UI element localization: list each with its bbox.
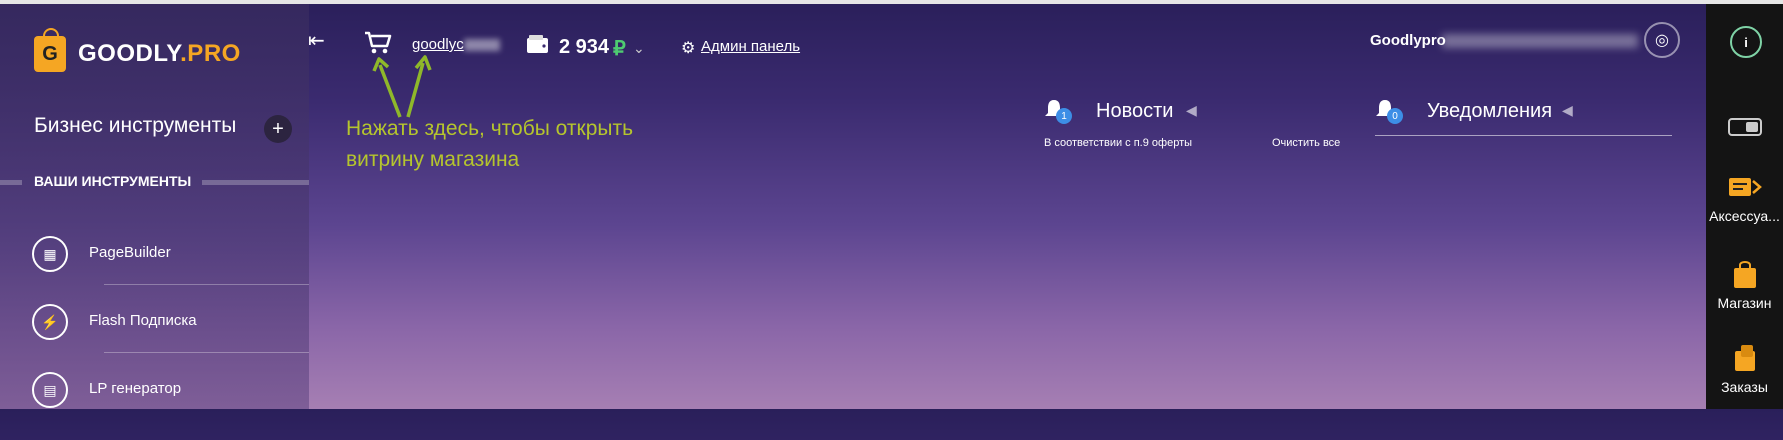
tool-label: Flash Подписка [89, 312, 197, 329]
gear-icon[interactable]: ⚙ [681, 38, 695, 58]
tool-divider [104, 352, 309, 353]
cart-icon[interactable] [364, 30, 392, 56]
currency-symbol: ₽ [613, 38, 626, 60]
tool-flash-subscription[interactable]: ⚡ Flash Подписка [0, 304, 309, 372]
your-tools-section: ВАШИ ИНСТРУМЕНТЫ [0, 172, 309, 192]
right-sidebar: i Аксессуа... Магазин Заказы [1706, 4, 1783, 409]
clear-all-button[interactable]: Очистить все [1272, 137, 1340, 149]
pagebuilder-icon: ▦ [32, 236, 68, 272]
info-icon[interactable]: i [1730, 26, 1762, 58]
logo-text: GOODLY.PRO [78, 40, 241, 67]
flash-subscription-icon: ⚡ [32, 304, 68, 340]
shop-bag-icon [1727, 259, 1763, 289]
sound-icon[interactable]: ◀ [1562, 102, 1573, 119]
store-link-redacted [463, 39, 500, 52]
rightbar-item-orders[interactable]: Заказы [1706, 343, 1783, 395]
balance-amount[interactable]: 2 934 [559, 36, 609, 59]
section-divider-left [0, 180, 22, 185]
store-link[interactable]: goodlyc [412, 36, 500, 53]
wallet-icon[interactable] [526, 34, 550, 54]
sound-icon[interactable]: ◀ [1186, 102, 1197, 119]
lp-generator-icon: ▤ [32, 372, 68, 408]
tool-pagebuilder[interactable]: ▦ PageBuilder [0, 236, 309, 304]
left-sidebar: G GOODLY.PRO Бизнес инструменты + ВАШИ И… [0, 4, 309, 409]
admin-panel-link[interactable]: Админ панель [701, 38, 800, 55]
toggle-switch[interactable] [1728, 118, 1762, 136]
section-label: ВАШИ ИНСТРУМЕНТЫ [34, 173, 192, 189]
news-note: В соответствии с п.9 оферты [1044, 137, 1193, 149]
rightbar-item-accessories[interactable]: Аксессуа... [1706, 172, 1783, 224]
tool-divider [104, 284, 309, 285]
user-role-redacted [1442, 34, 1638, 48]
section-divider-right [202, 180, 309, 185]
instruction-annotation: Нажать здесь, чтобы открыть витрину мага… [346, 117, 634, 171]
annotation-arrows [372, 55, 432, 118]
accessories-icon [1727, 172, 1763, 202]
fingerprint-icon[interactable]: ◎ [1644, 22, 1680, 58]
logo[interactable]: G GOODLY.PRO [34, 28, 241, 72]
user-name[interactable]: Goodlypro [1370, 32, 1446, 49]
tool-label: LP генератор [89, 380, 182, 397]
collapse-sidebar-icon[interactable]: ⇤ [308, 28, 325, 53]
tool-lp-generator[interactable]: ▤ LP генератор [0, 372, 309, 440]
rightbar-label: Магазин [1717, 295, 1772, 311]
chevron-down-icon[interactable]: ⌄ [633, 40, 645, 57]
notifications-title[interactable]: Уведомления [1427, 100, 1552, 123]
news-title[interactable]: Новости [1096, 100, 1173, 123]
news-badge: 1 [1056, 108, 1072, 124]
rightbar-item-shop[interactable]: Магазин [1706, 259, 1783, 311]
rightbar-label: Аксессуа... [1709, 208, 1780, 224]
notifications-badge: 0 [1387, 108, 1403, 124]
business-tools-title: Бизнес инструменты [34, 114, 237, 137]
rightbar-label: Заказы [1721, 379, 1768, 395]
add-tool-button[interactable]: + [264, 115, 292, 143]
notifications-divider [1375, 135, 1672, 136]
orders-icon [1727, 343, 1763, 373]
logo-bag-icon: G [34, 28, 66, 72]
tool-label: PageBuilder [89, 244, 171, 261]
